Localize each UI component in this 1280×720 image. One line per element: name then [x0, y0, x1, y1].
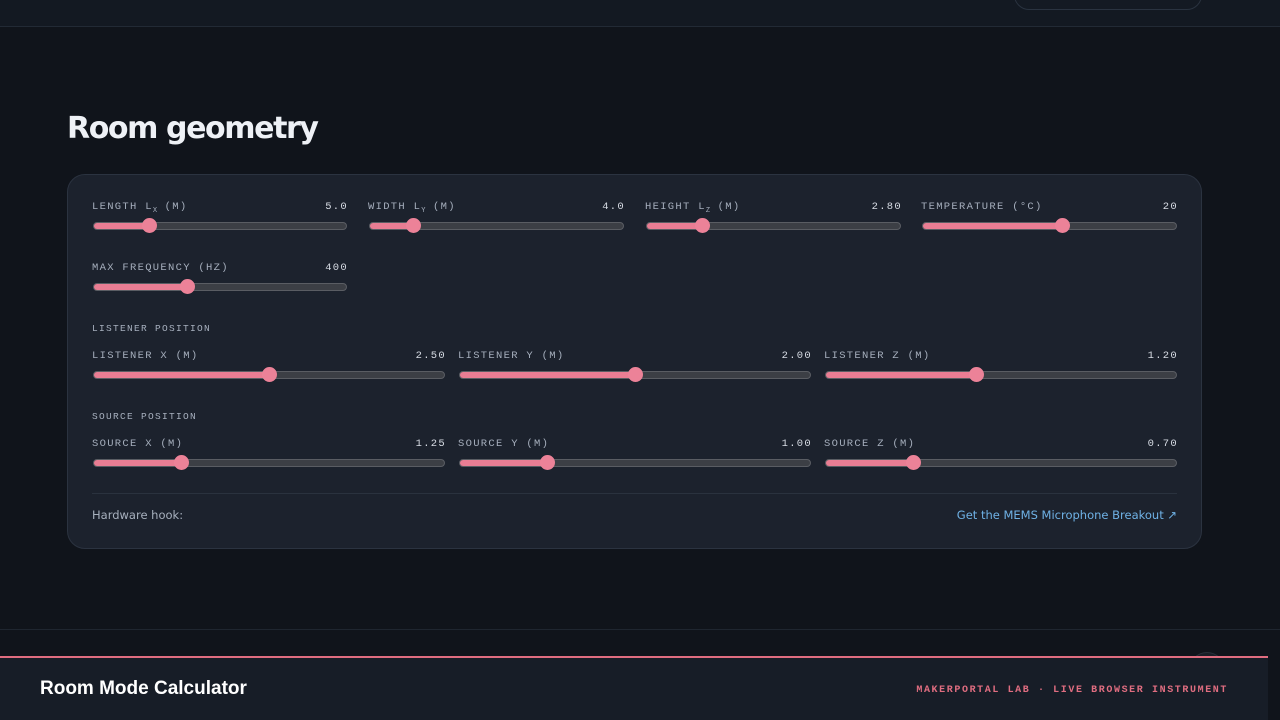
mems-microphone-link[interactable]: Get the MEMS Microphone Breakout ↗ [957, 508, 1177, 522]
height-control: Height Lz (m) 2.80 [645, 201, 902, 241]
height-label: Height Lz (m) [645, 201, 741, 216]
width-control: Width Ly (m) 4.0 [368, 201, 625, 241]
section-separator [0, 629, 1280, 630]
max-frequency-label: Max frequency (Hz) [92, 262, 229, 274]
width-label: Width Ly (m) [368, 201, 456, 216]
listener-z-slider[interactable] [825, 367, 1177, 382]
source-y-slider-thumb[interactable] [540, 455, 555, 470]
temperature-slider-thumb[interactable] [1054, 218, 1070, 233]
source-z-label: Source Z (m) [824, 438, 916, 450]
app-title: Room Mode Calculator [40, 678, 247, 699]
height-slider[interactable] [646, 218, 901, 233]
source-y-slider[interactable] [459, 455, 811, 470]
listener-x-control: Listener X (m) 2.50 [92, 350, 446, 390]
source-position-heading: Source position [92, 411, 198, 422]
source-x-label: Source X (m) [92, 438, 184, 450]
footer-tagline: Makerportal Lab · Live Browser Instrumen… [916, 685, 1228, 696]
listener-x-slider[interactable] [93, 367, 445, 382]
source-y-control: Source Y (m) 1.00 [458, 438, 812, 478]
temperature-value: 20 [1162, 201, 1178, 213]
source-x-slider-thumb[interactable] [174, 455, 189, 470]
width-value: 4.0 [602, 201, 625, 213]
width-slider[interactable] [369, 218, 624, 233]
temperature-control: Temperature (°C) 20 [921, 201, 1178, 241]
max-frequency-value: 400 [325, 262, 348, 274]
source-z-slider[interactable] [825, 455, 1177, 470]
length-value: 5.0 [325, 201, 348, 213]
listener-z-value: 1.20 [1147, 350, 1178, 362]
listener-x-value: 2.50 [415, 350, 446, 362]
source-z-control: Source Z (m) 0.70 [824, 438, 1178, 478]
listener-z-label: Listener Z (m) [824, 350, 931, 362]
header-pill-button[interactable] [1014, 0, 1202, 10]
top-header-strip [0, 0, 1280, 27]
max-frequency-slider[interactable] [93, 279, 347, 294]
source-x-value: 1.25 [415, 438, 446, 450]
length-slider-thumb[interactable] [141, 218, 157, 233]
listener-x-label: Listener X (m) [92, 350, 199, 362]
hardware-hook-label: Hardware hook: [92, 508, 184, 522]
source-y-label: Source Y (m) [458, 438, 550, 450]
source-z-value: 0.70 [1147, 438, 1178, 450]
max-frequency-control: Max frequency (Hz) 400 [92, 262, 348, 302]
height-slider-thumb[interactable] [695, 218, 711, 233]
room-geometry-card: Length Lx (m) 5.0 Width Ly (m) 4.0 Heigh… [67, 174, 1202, 549]
listener-y-slider-thumb[interactable] [627, 367, 643, 382]
listener-z-slider-thumb[interactable] [969, 367, 984, 382]
length-slider[interactable] [93, 218, 347, 233]
listener-z-control: Listener Z (m) 1.20 [824, 350, 1178, 390]
listener-position-heading: Listener position [92, 323, 212, 334]
height-value: 2.80 [871, 201, 902, 213]
source-x-slider[interactable] [93, 455, 445, 470]
temperature-label: Temperature (°C) [921, 201, 1043, 213]
max-frequency-slider-thumb[interactable] [179, 279, 195, 294]
source-y-value: 1.00 [781, 438, 812, 450]
source-z-slider-thumb[interactable] [906, 455, 921, 470]
source-x-control: Source X (m) 1.25 [92, 438, 446, 478]
section-title: Room geometry [67, 111, 319, 146]
length-control: Length Lx (m) 5.0 [92, 201, 348, 241]
listener-y-control: Listener Y (m) 2.00 [458, 350, 812, 390]
listener-y-value: 2.00 [781, 350, 812, 362]
card-divider [92, 493, 1177, 494]
listener-y-label: Listener Y (m) [458, 350, 565, 362]
width-slider-thumb[interactable] [405, 218, 421, 233]
listener-x-slider-thumb[interactable] [261, 367, 277, 382]
length-label: Length Lx (m) [92, 201, 188, 216]
footer-bar: Room Mode Calculator Makerportal Lab · L… [0, 656, 1268, 720]
listener-y-slider[interactable] [459, 367, 811, 382]
temperature-slider[interactable] [922, 218, 1177, 233]
